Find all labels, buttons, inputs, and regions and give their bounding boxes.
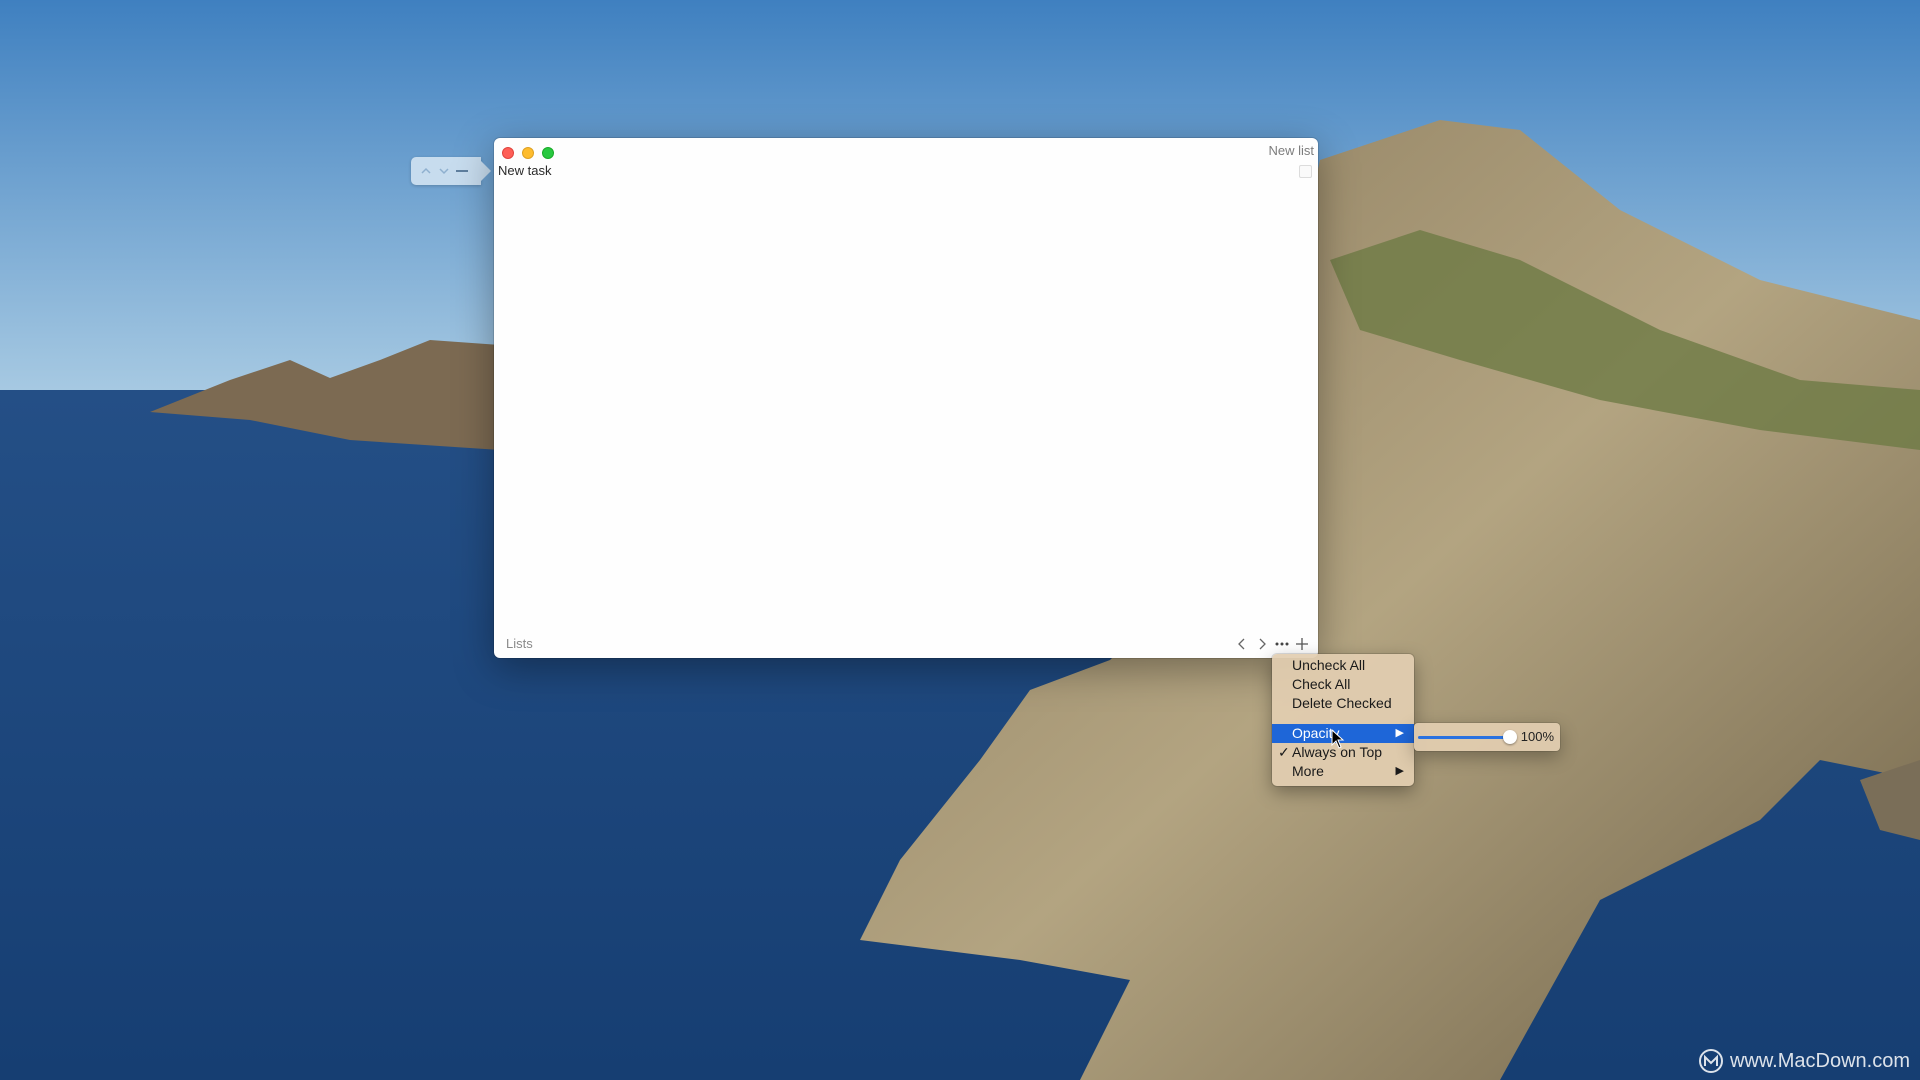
task-reorder-controls [411, 157, 491, 185]
list-title[interactable]: New list [1268, 140, 1314, 162]
opacity-slider-knob[interactable] [1503, 730, 1517, 744]
watermark-text: www.MacDown.com [1729, 1049, 1910, 1072]
delete-task-button[interactable] [455, 164, 469, 178]
add-task-button[interactable] [1294, 636, 1310, 652]
macdown-logo-icon [1698, 1049, 1723, 1073]
menu-item-label: More [1292, 763, 1324, 779]
mouse-pointer-icon [1331, 729, 1345, 749]
menu-item-check-all[interactable]: Check All [1272, 675, 1414, 694]
menu-item-label: Uncheck All [1292, 657, 1366, 673]
plus-icon [1296, 638, 1308, 650]
actions-context-menu: Uncheck All Check All Delete Checked Opa… [1272, 654, 1414, 786]
task-text[interactable]: New task [498, 162, 551, 180]
lists-button[interactable]: Lists [506, 636, 533, 651]
task-row[interactable]: New task [498, 162, 1314, 182]
submenu-arrow-icon: ▶ [1395, 727, 1404, 739]
chevron-right-icon [1259, 638, 1266, 650]
opacity-value: 100% [1520, 729, 1554, 744]
close-window-button[interactable] [502, 147, 514, 159]
opacity-slider-track[interactable] [1418, 736, 1510, 739]
menu-item-more[interactable]: More ▶ [1272, 762, 1414, 781]
window-footer: Lists [494, 632, 1318, 658]
menu-item-label: Delete Checked [1292, 695, 1392, 711]
todo-list-window: New list New task Lists [494, 138, 1318, 658]
checkmark-icon: ✓ [1278, 744, 1290, 760]
minimize-window-button[interactable] [522, 147, 534, 159]
watermark: www.MacDown.com [1698, 1048, 1910, 1074]
more-actions-button[interactable] [1274, 636, 1290, 652]
next-list-button[interactable] [1254, 636, 1270, 652]
maximize-window-button[interactable] [542, 147, 554, 159]
menu-item-uncheck-all[interactable]: Uncheck All [1272, 656, 1414, 675]
submenu-arrow-icon: ▶ [1395, 765, 1404, 777]
chevron-down-icon [439, 168, 449, 175]
menu-item-delete-checked[interactable]: Delete Checked [1272, 694, 1414, 713]
menu-separator [1272, 716, 1414, 717]
task-checkbox[interactable] [1299, 165, 1312, 178]
move-down-button[interactable] [437, 164, 451, 178]
footer-toolbar [1234, 636, 1310, 652]
previous-list-button[interactable] [1234, 636, 1250, 652]
move-up-button[interactable] [419, 164, 433, 178]
opacity-submenu: 100% [1414, 723, 1560, 751]
menu-item-label: Check All [1292, 676, 1351, 692]
chevron-up-icon [421, 167, 431, 174]
ellipsis-icon [1275, 642, 1289, 646]
chevron-left-icon [1238, 638, 1245, 650]
minus-icon [456, 170, 468, 172]
